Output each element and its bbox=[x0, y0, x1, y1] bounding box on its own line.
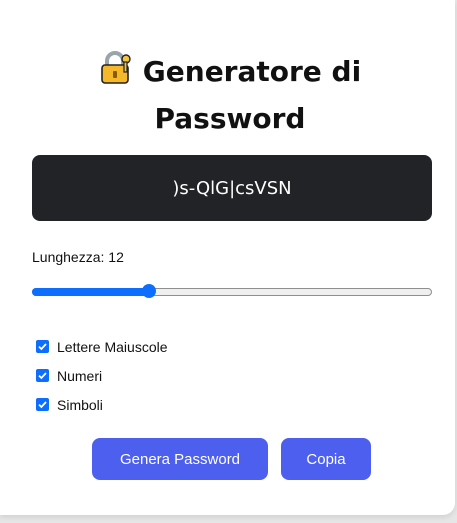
check-icon bbox=[38, 401, 47, 409]
title-line-1: Generatore di bbox=[0, 50, 457, 97]
symbols-checkbox[interactable] bbox=[36, 398, 49, 411]
password-generator-card: Generatore di Password )s-QlG|csVSN Lung… bbox=[0, 0, 455, 515]
lock-with-key-icon bbox=[99, 51, 133, 97]
numbers-label: Numeri bbox=[57, 367, 103, 384]
check-icon bbox=[38, 343, 47, 351]
password-value: )s-QlG|csVSN bbox=[172, 177, 292, 199]
options-list: Lettere Maiuscole Numeri Simboli bbox=[36, 332, 168, 419]
page-title: Generatore di Password bbox=[0, 50, 457, 140]
check-icon bbox=[38, 372, 47, 380]
slider-thumb[interactable] bbox=[142, 284, 156, 298]
length-label: Lunghezza: 12 bbox=[32, 249, 124, 265]
uppercase-label: Lettere Maiuscole bbox=[57, 338, 168, 355]
title-text-1: Generatore di bbox=[142, 55, 362, 88]
length-slider[interactable] bbox=[32, 284, 432, 298]
uppercase-checkbox[interactable] bbox=[36, 340, 49, 353]
password-display[interactable]: )s-QlG|csVSN bbox=[32, 155, 432, 221]
slider-fill bbox=[32, 288, 149, 296]
title-line-2: Password bbox=[154, 102, 306, 135]
option-symbols[interactable]: Simboli bbox=[36, 390, 168, 419]
option-uppercase[interactable]: Lettere Maiuscole bbox=[36, 332, 168, 361]
generate-password-button[interactable]: Genera Password bbox=[92, 438, 268, 480]
numbers-checkbox[interactable] bbox=[36, 369, 49, 382]
copy-button[interactable]: Copia bbox=[281, 438, 371, 480]
option-numbers[interactable]: Numeri bbox=[36, 361, 168, 390]
symbols-label: Simboli bbox=[57, 396, 103, 413]
